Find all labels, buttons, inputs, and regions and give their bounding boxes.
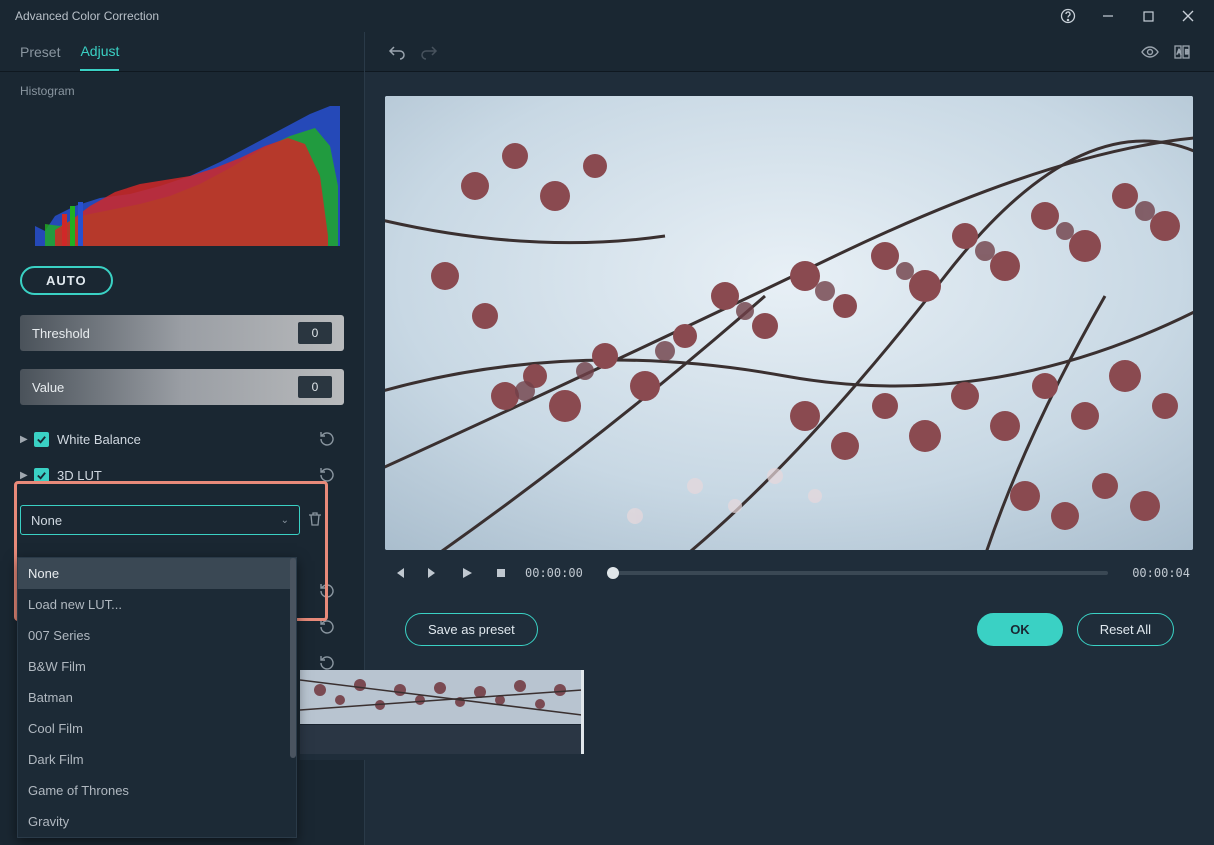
tab-adjust[interactable]: Adjust: [80, 33, 119, 71]
lut-dropdown[interactable]: None ⌄: [20, 505, 300, 535]
step-forward-button[interactable]: [423, 563, 443, 583]
save-as-preset-button[interactable]: Save as preset: [405, 613, 538, 646]
reset-icon[interactable]: [318, 618, 336, 636]
tab-preset[interactable]: Preset: [20, 34, 60, 70]
lut-option-007[interactable]: 007 Series: [18, 620, 296, 651]
stop-button[interactable]: [491, 563, 511, 583]
reset-all-button[interactable]: Reset All: [1077, 613, 1174, 646]
lut-option-batman[interactable]: Batman: [18, 682, 296, 713]
lut-option-dark-film[interactable]: Dark Film: [18, 744, 296, 775]
checkbox-3d-lut[interactable]: [34, 468, 49, 483]
undo-icon[interactable]: [383, 38, 411, 66]
lut-option-load-new[interactable]: Load new LUT...: [18, 589, 296, 620]
lut-option-none[interactable]: None: [18, 558, 296, 589]
total-time: 00:00:04: [1132, 566, 1190, 580]
slider-label: Value: [32, 380, 298, 395]
slider-value[interactable]: 0: [298, 322, 332, 344]
chevron-down-icon: ⌄: [281, 515, 289, 526]
compare-icon[interactable]: AB: [1168, 38, 1196, 66]
timeline-thumb[interactable]: [607, 567, 619, 579]
bottom-bar: Save as preset OK Reset All: [385, 596, 1194, 662]
section-label: 3D LUT: [57, 468, 318, 483]
svg-text:B: B: [1185, 50, 1189, 56]
checkbox-white-balance[interactable]: [34, 432, 49, 447]
expand-arrow-icon[interactable]: ▶: [20, 434, 34, 445]
timeline-strip[interactable]: [300, 670, 582, 760]
lut-option-got[interactable]: Game of Thrones: [18, 775, 296, 806]
dropdown-selected: None: [31, 513, 62, 528]
dropdown-scrollbar[interactable]: [290, 558, 296, 758]
slider-value[interactable]: Value 0: [20, 369, 344, 405]
right-toolbar: AB: [365, 32, 1214, 72]
svg-text:A: A: [1177, 50, 1181, 56]
reset-icon[interactable]: [318, 466, 336, 484]
slider-threshold[interactable]: Threshold 0: [20, 315, 344, 351]
redo-icon[interactable]: [415, 38, 443, 66]
slider-value-box[interactable]: 0: [298, 376, 332, 398]
play-button[interactable]: [457, 563, 477, 583]
histogram-red: [55, 138, 328, 246]
histogram: [20, 106, 340, 246]
lut-option-bw-film[interactable]: B&W Film: [18, 651, 296, 682]
histogram-label: Histogram: [20, 84, 344, 98]
slider-label: Threshold: [32, 326, 298, 341]
section-label: White Balance: [57, 432, 318, 447]
titlebar: Advanced Color Correction: [0, 0, 1214, 32]
reset-icon[interactable]: [318, 430, 336, 448]
lut-option-gravity[interactable]: Gravity: [18, 806, 296, 837]
minimize-button[interactable]: [1092, 2, 1124, 30]
expand-arrow-icon[interactable]: ▶: [20, 470, 34, 481]
lut-dropdown-list[interactable]: None Load new LUT... 007 Series B&W Film…: [17, 557, 297, 838]
ok-button[interactable]: OK: [977, 613, 1063, 646]
video-preview: [385, 96, 1193, 550]
step-back-button[interactable]: [389, 563, 409, 583]
delete-icon[interactable]: [306, 510, 324, 528]
player-controls: 00:00:00 00:00:04: [385, 550, 1194, 596]
section-3d-lut[interactable]: ▶ 3D LUT: [20, 459, 344, 491]
lut-option-cool-film[interactable]: Cool Film: [18, 713, 296, 744]
panel-tabs: Preset Adjust: [0, 32, 364, 72]
maximize-button[interactable]: [1132, 2, 1164, 30]
window-title: Advanced Color Correction: [10, 9, 1052, 23]
auto-button[interactable]: AUTO: [20, 266, 113, 295]
preview-eye-icon[interactable]: [1136, 38, 1164, 66]
reset-icon[interactable]: [318, 582, 336, 600]
current-time: 00:00:00: [525, 566, 583, 580]
section-white-balance[interactable]: ▶ White Balance: [20, 423, 344, 455]
timeline-slider[interactable]: [607, 571, 1108, 575]
close-button[interactable]: [1172, 2, 1204, 30]
help-icon[interactable]: [1052, 2, 1084, 30]
